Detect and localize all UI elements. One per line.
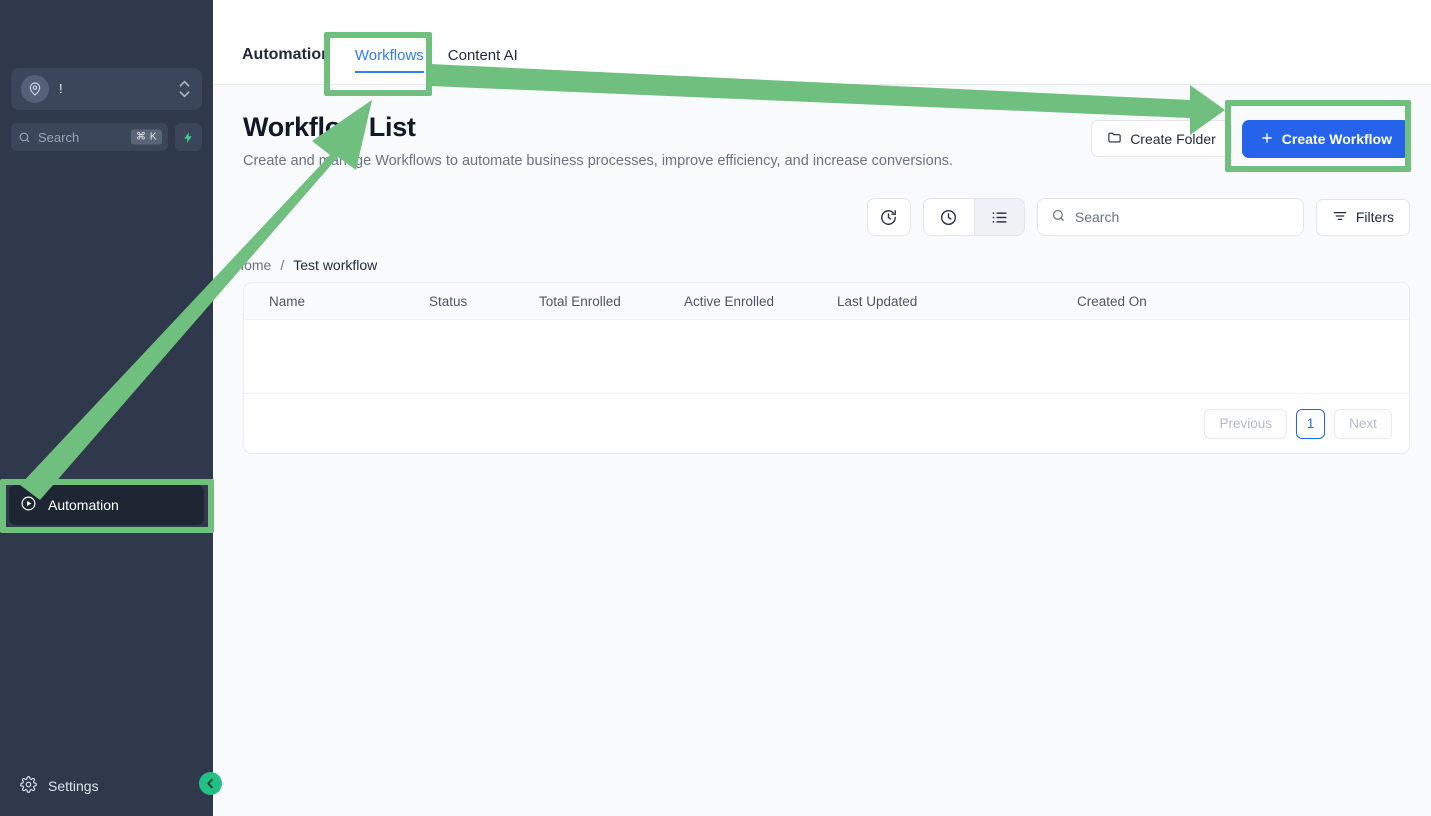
sidebar-item-label: Automation [48, 497, 119, 513]
search-placeholder: Search [38, 129, 80, 145]
clock-icon[interactable] [924, 199, 974, 235]
breadcrumb-current: Test workflow [293, 257, 378, 274]
location-switcher[interactable]: ! [11, 68, 202, 110]
column-header-created-on: Created On [1077, 293, 1147, 309]
column-header-total-enrolled: Total Enrolled [539, 293, 621, 309]
breadcrumb-separator: / [280, 257, 285, 274]
list-search-placeholder: Search [1074, 209, 1120, 226]
gear-icon [20, 776, 37, 796]
table-body-empty [244, 320, 1409, 395]
sidebar-item-label: Settings [48, 778, 99, 794]
search-shortcut-badge: ⌘ K [131, 129, 162, 145]
table-pagination: Previous 1 Next [244, 394, 1409, 453]
create-folder-label: Create Folder [1130, 130, 1216, 147]
lightning-bolt-icon[interactable] [175, 123, 202, 151]
search-icon [1051, 208, 1066, 226]
automation-play-icon [20, 495, 37, 515]
list-toolbar: Search Filters [213, 198, 1431, 237]
pagination-next-button[interactable]: Next [1334, 408, 1392, 439]
plus-icon [1260, 131, 1274, 148]
create-workflow-label: Create Workflow [1281, 131, 1392, 147]
search-icon [18, 131, 31, 144]
filters-label: Filters [1355, 209, 1394, 226]
tab-workflows[interactable]: Workflows [343, 47, 436, 84]
sidebar-collapse-button[interactable] [199, 772, 222, 795]
sidebar-item-automation[interactable]: Automation [9, 485, 204, 525]
app-root: ! Search ⌘ K Automation Settings Automat… [0, 0, 1431, 816]
breadcrumb-home[interactable]: Home [234, 257, 271, 273]
main-content: Automation Workflows Content AI Workflow… [213, 0, 1431, 816]
chevron-updown-icon [179, 80, 190, 98]
clock-refresh-icon[interactable] [866, 198, 911, 237]
list-view-icon[interactable] [973, 199, 1024, 236]
create-folder-button[interactable]: Create Folder [1091, 120, 1232, 157]
breadcrumb: Home / Test workflow [213, 257, 1431, 273]
workflow-table: Name Status Total Enrolled Active Enroll… [243, 282, 1410, 455]
page-subtitle: Create and manage Workflows to automate … [243, 153, 954, 169]
sidebar-nav-automation-wrap: Automation [0, 485, 213, 525]
tab-bar: Automation Workflows Content AI [213, 0, 1431, 85]
sidebar-search-row: Search ⌘ K [11, 123, 202, 151]
table-header-row: Name Status Total Enrolled Active Enroll… [244, 283, 1409, 321]
tab-content-ai[interactable]: Content AI [436, 47, 530, 84]
column-header-last-updated: Last Updated [837, 293, 918, 309]
location-pin-icon [21, 75, 49, 103]
sidebar-item-settings[interactable]: Settings [9, 766, 204, 806]
page-header: Workflow List Create and manage Workflow… [213, 85, 1431, 172]
view-toggle-group [922, 198, 1025, 237]
filters-button[interactable]: Filters [1315, 198, 1410, 236]
filter-icon [1332, 208, 1348, 227]
page-header-actions: Create Folder Create Workflow [1091, 112, 1410, 172]
location-name: ! [59, 82, 63, 96]
pagination-page-1[interactable]: 1 [1296, 408, 1325, 439]
list-search-input[interactable]: Search [1036, 198, 1304, 237]
tab-automation[interactable]: Automation [230, 46, 343, 84]
page-title: Workflow List [243, 112, 416, 142]
page-header-text: Workflow List Create and manage Workflow… [243, 112, 953, 172]
sidebar-nav-settings-wrap: Settings [0, 766, 213, 806]
create-workflow-button[interactable]: Create Workflow [1241, 120, 1410, 158]
search-input[interactable]: Search ⌘ K [11, 123, 168, 151]
pagination-previous-button[interactable]: Previous [1204, 408, 1287, 439]
column-header-name: Name [269, 293, 306, 309]
column-header-status: Status [429, 293, 468, 309]
sidebar: ! Search ⌘ K Automation Settings [0, 0, 222, 816]
column-header-active-enrolled: Active Enrolled [684, 293, 775, 309]
folder-icon [1107, 130, 1122, 148]
